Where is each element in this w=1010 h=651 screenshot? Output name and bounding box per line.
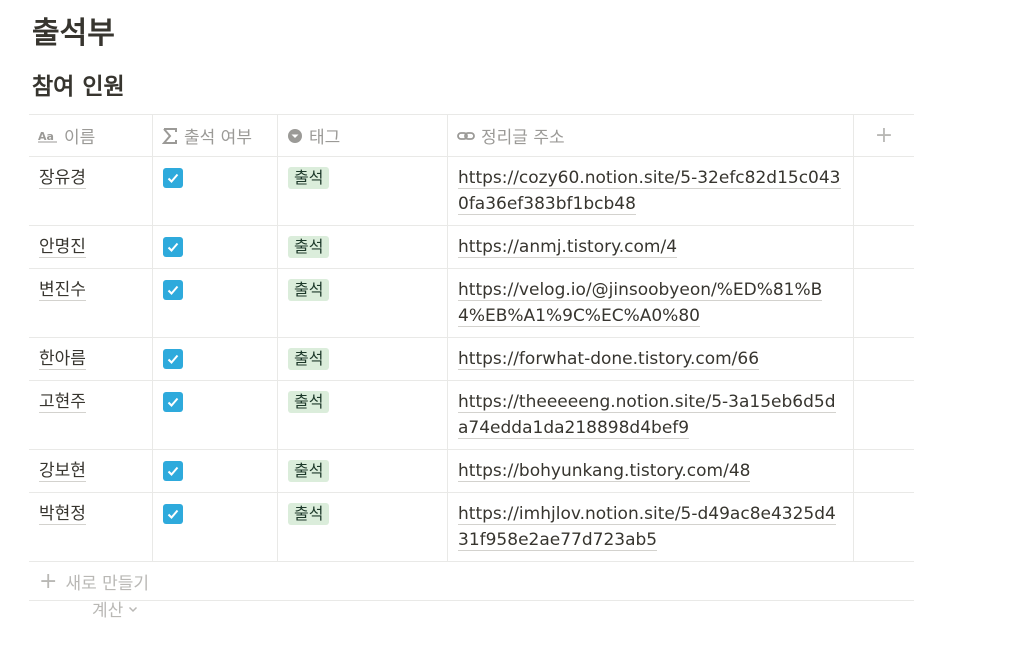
check-icon bbox=[167, 509, 179, 519]
name-cell[interactable]: 변진수 bbox=[39, 280, 86, 301]
tag-badge[interactable]: 출석 bbox=[288, 279, 330, 301]
attendance-checkbox[interactable] bbox=[163, 461, 183, 481]
select-circle-icon bbox=[288, 128, 302, 143]
name-cell[interactable]: 한아름 bbox=[39, 349, 86, 370]
section-title: 참여 인원 bbox=[32, 74, 125, 100]
empty-cell bbox=[854, 157, 914, 225]
attendance-checkbox[interactable] bbox=[163, 349, 183, 369]
attendance-checkbox[interactable] bbox=[163, 168, 183, 188]
chevron-down-icon bbox=[129, 606, 138, 612]
url-link[interactable]: https://forwhat-done.tistory.com/66 bbox=[458, 349, 760, 370]
name-cell[interactable]: 강보현 bbox=[39, 461, 86, 482]
name-cell[interactable]: 장유경 bbox=[39, 168, 86, 189]
name-cell[interactable]: 안명진 bbox=[39, 237, 86, 258]
empty-cell bbox=[854, 381, 914, 449]
attendance-checkbox[interactable] bbox=[163, 237, 183, 257]
tag-badge[interactable]: 출석 bbox=[288, 391, 330, 413]
calculate-label: 계산 bbox=[92, 601, 124, 621]
url-link[interactable]: https://bohyunkang.tistory.com/48 bbox=[458, 461, 751, 482]
new-row-button[interactable]: + 새로 만들기 bbox=[29, 562, 914, 601]
empty-cell bbox=[854, 226, 914, 268]
attendance-checkbox[interactable] bbox=[163, 280, 183, 300]
tag-badge[interactable]: 출석 bbox=[288, 167, 330, 189]
table-row[interactable]: 강보현 출석 https://bohyunkang.tistory.com/48 bbox=[29, 450, 914, 493]
table-row[interactable]: 변진수 출석 https://velog.io/@jinsoobyeon/%ED… bbox=[29, 269, 914, 338]
url-link[interactable]: https://imhjlov.notion.site/5-d49ac8e432… bbox=[458, 504, 836, 551]
column-header-url[interactable]: 정리글 주소 bbox=[448, 115, 854, 156]
check-icon bbox=[167, 354, 179, 364]
tag-badge[interactable]: 출석 bbox=[288, 503, 330, 525]
name-cell[interactable]: 박현정 bbox=[39, 504, 86, 525]
attendance-table: Aa 이름 출석 여부 태그 정리글 주소 + 장유경 출석 https://c… bbox=[29, 114, 914, 601]
url-link[interactable]: https://theeeeeng.notion.site/5-3a15eb6d… bbox=[458, 392, 836, 439]
new-row-label: 새로 만들기 bbox=[65, 573, 150, 594]
table-row[interactable]: 박현정 출석 https://imhjlov.notion.site/5-d49… bbox=[29, 493, 914, 562]
column-header-attendance[interactable]: 출석 여부 bbox=[153, 115, 278, 156]
attendance-checkbox[interactable] bbox=[163, 392, 183, 412]
check-icon bbox=[167, 242, 179, 252]
calculate-dropdown[interactable]: 계산 bbox=[92, 596, 139, 621]
add-column-button[interactable]: + bbox=[854, 115, 914, 156]
link-icon bbox=[457, 131, 475, 140]
sigma-icon bbox=[162, 127, 177, 144]
check-icon bbox=[167, 397, 179, 407]
svg-text:Aa: Aa bbox=[38, 130, 54, 143]
url-link[interactable]: https://cozy60.notion.site/5-32efc82d15c… bbox=[458, 168, 841, 215]
page-title: 출석부 bbox=[32, 16, 115, 51]
attendance-checkbox[interactable] bbox=[163, 504, 183, 524]
empty-cell bbox=[854, 269, 914, 337]
check-icon bbox=[167, 466, 179, 476]
url-link[interactable]: https://anmj.tistory.com/4 bbox=[458, 237, 678, 258]
column-header-name[interactable]: Aa 이름 bbox=[29, 115, 153, 156]
url-link[interactable]: https://velog.io/@jinsoobyeon/%ED%81%B4%… bbox=[458, 280, 823, 327]
text-type-icon: Aa bbox=[38, 130, 57, 143]
check-icon bbox=[167, 285, 179, 295]
table-row[interactable]: 안명진 출석 https://anmj.tistory.com/4 bbox=[29, 226, 914, 269]
table-row[interactable]: 장유경 출석 https://cozy60.notion.site/5-32ef… bbox=[29, 157, 914, 226]
tag-badge[interactable]: 출석 bbox=[288, 460, 330, 482]
plus-icon: + bbox=[874, 123, 894, 148]
empty-cell bbox=[854, 493, 914, 561]
empty-cell bbox=[854, 338, 914, 380]
tag-badge[interactable]: 출석 bbox=[288, 236, 330, 258]
table-row[interactable]: 한아름 출석 https://forwhat-done.tistory.com/… bbox=[29, 338, 914, 381]
empty-cell bbox=[854, 450, 914, 492]
column-header-tag[interactable]: 태그 bbox=[278, 115, 448, 156]
name-cell[interactable]: 고현주 bbox=[39, 392, 86, 413]
table-row[interactable]: 고현주 출석 https://theeeeeng.notion.site/5-3… bbox=[29, 381, 914, 450]
tag-badge[interactable]: 출석 bbox=[288, 348, 330, 370]
plus-icon: + bbox=[39, 568, 58, 594]
check-icon bbox=[167, 173, 179, 183]
table-header: Aa 이름 출석 여부 태그 정리글 주소 + bbox=[29, 115, 914, 157]
